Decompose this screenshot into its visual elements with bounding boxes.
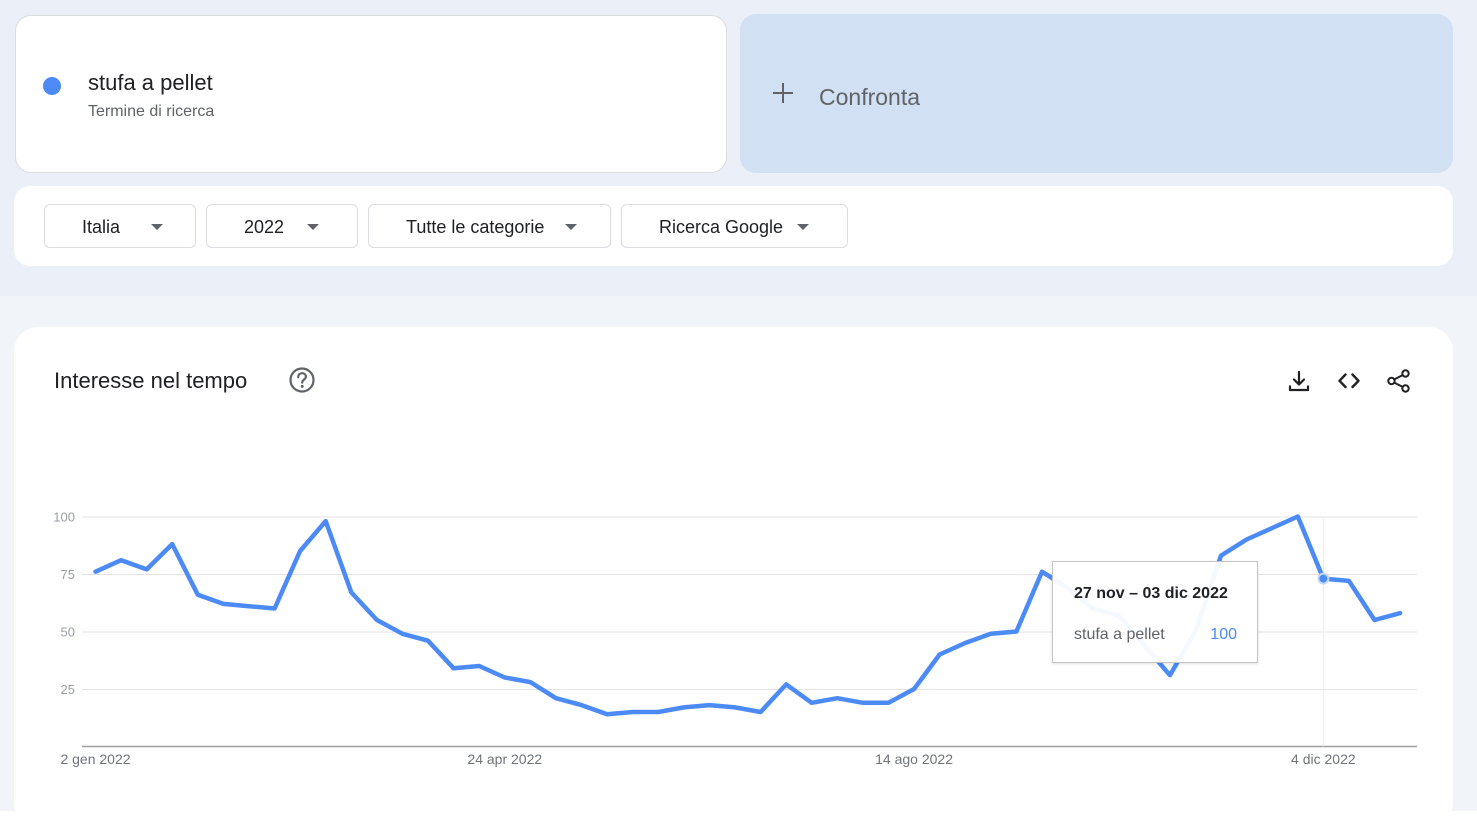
caret-down-icon[interactable]	[565, 224, 577, 230]
caret-down-icon[interactable]	[797, 224, 809, 230]
time-range-dropdown-label[interactable]: 2022	[244, 217, 284, 238]
download-icon[interactable]	[1285, 367, 1313, 395]
search-term-card[interactable]: stufa a pellet Termine di ricerca	[15, 15, 727, 173]
category-dropdown[interactable]: Tutte le categorie	[368, 204, 611, 248]
series-color-dot-icon	[43, 77, 61, 95]
category-dropdown-label[interactable]: Tutte le categorie	[406, 217, 544, 238]
help-icon[interactable]	[288, 366, 316, 394]
compare-label[interactable]: Confronta	[819, 84, 920, 111]
search-type-dropdown-label[interactable]: Ricerca Google	[659, 217, 783, 238]
region-dropdown-label[interactable]: Italia	[82, 217, 120, 238]
embed-code-icon[interactable]	[1335, 367, 1363, 395]
search-type-dropdown[interactable]: Ricerca Google	[621, 204, 848, 248]
compare-button[interactable]: Confronta	[740, 14, 1453, 173]
filter-bar: Italia 2022 Tutte le categorie Ricerca G…	[14, 186, 1453, 266]
caret-down-icon[interactable]	[307, 224, 319, 230]
chart-title: Interesse nel tempo	[54, 368, 248, 393]
share-icon[interactable]	[1385, 367, 1413, 395]
tooltip-series-name: stufa a pellet	[1074, 626, 1165, 643]
time-range-dropdown[interactable]: 2022	[206, 204, 358, 248]
search-term-name[interactable]: stufa a pellet	[88, 70, 213, 96]
tooltip-date: 27 nov – 03 dic 2022	[1074, 585, 1228, 602]
plus-icon[interactable]	[773, 83, 793, 103]
data-point-tooltip: 27 nov – 03 dic 2022 stufa a pellet 100	[1052, 561, 1258, 663]
search-term-subtitle: Termine di ricerca	[88, 103, 215, 120]
tooltip-value: 100	[1210, 626, 1237, 643]
caret-down-icon[interactable]	[151, 224, 163, 230]
region-dropdown[interactable]: Italia	[44, 204, 196, 248]
